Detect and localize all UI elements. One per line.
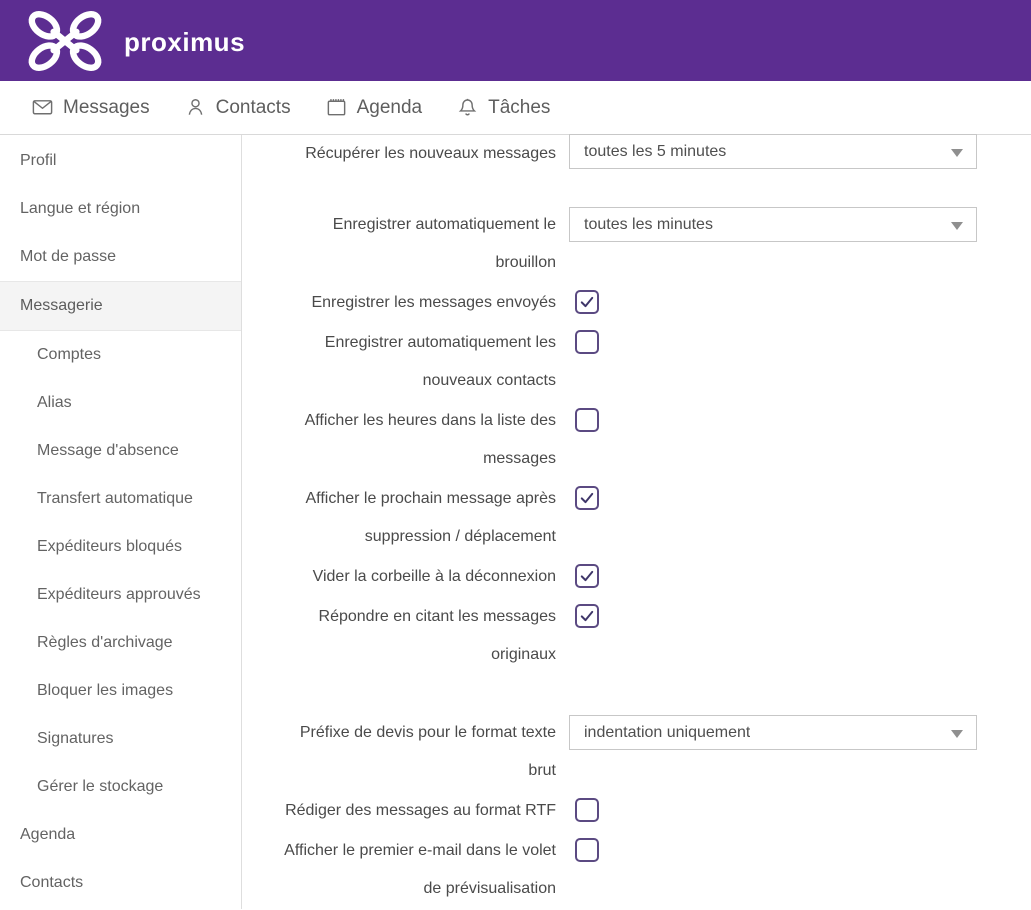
field-label-afficher-heures-liste: Afficher les heures dans la liste des mes…: [242, 402, 556, 478]
setting-row-recuperer-nouveaux-messages: Récupérer les nouveaux messages toutes le…: [242, 134, 1031, 173]
brand-wordmark: proximus: [124, 27, 246, 57]
sidebar-item-bloquer-les-images[interactable]: Bloquer les images: [0, 667, 241, 715]
field-label-line: Enregistrer automatiquement les: [324, 334, 556, 351]
setting-row-rediger-format-rtf: Rédiger des messages au format RTF: [242, 792, 1031, 830]
field-label-line: Afficher les heures dans la liste des: [304, 412, 556, 429]
person-icon: [184, 96, 207, 119]
sidebar-item-signatures[interactable]: Signatures: [0, 715, 241, 763]
nav-tab-label: Messages: [63, 96, 150, 118]
field-label-line: Afficher le prochain message après: [305, 490, 556, 507]
field-label-rediger-format-rtf: Rédiger des messages au format RTF: [242, 792, 556, 830]
field-label-line: Vider la corbeille à la déconnexion: [312, 568, 556, 585]
field-label-recuperer-nouveaux-messages: Récupérer les nouveaux messages: [242, 135, 556, 173]
sidebar-item-profil[interactable]: Profil: [0, 137, 241, 185]
prefixe-devis-select[interactable]: indentation uniquement: [569, 715, 977, 750]
dropdown-arrow-icon: [951, 149, 963, 157]
field-label-line: Rédiger des messages au format RTF: [285, 802, 556, 819]
setting-row-enregistrer-messages-envoyes: Enregistrer les messages envoyés: [242, 284, 1031, 322]
messaging-settings-panel: Récupérer les nouveaux messages toutes le…: [242, 134, 1031, 909]
nav-tab-contacts[interactable]: Contacts: [184, 96, 291, 119]
field-label-line: brouillon: [495, 254, 556, 271]
proximus-logo-icon: [28, 10, 102, 71]
field-label-afficher-prochain-message: Afficher le prochain message après suppre…: [242, 480, 556, 556]
nav-tab-label: Agenda: [356, 96, 423, 118]
enregistrer-messages-envoyes-checkbox[interactable]: [575, 290, 599, 314]
field-label-line: Répondre en citant les messages: [318, 608, 556, 625]
setting-row-prefixe-devis: Préfixe de devis pour le format texte bru…: [242, 714, 1031, 790]
setting-row-vider-corbeille: Vider la corbeille à la déconnexion: [242, 558, 1031, 596]
enregistrer-nouveaux-contacts-checkbox[interactable]: [575, 330, 599, 354]
sidebar-item-contacts[interactable]: Contacts: [0, 859, 241, 907]
setting-row-repondre-en-citant: Répondre en citant les messages originaux: [242, 598, 1031, 674]
field-label-line: Afficher le premier e-mail dans le volet: [284, 842, 556, 859]
rediger-format-rtf-checkbox[interactable]: [575, 798, 599, 822]
select-value: indentation uniquement: [584, 723, 751, 741]
setting-row-afficher-premier-email: Afficher le premier e-mail dans le volet…: [242, 832, 1031, 908]
field-label-afficher-premier-email: Afficher le premier e-mail dans le volet…: [242, 832, 556, 908]
sidebar-item-regles-d-archivage[interactable]: Règles d'archivage: [0, 619, 241, 667]
nav-tab-agenda[interactable]: Agenda: [325, 96, 423, 119]
envelope-icon: [31, 96, 54, 119]
afficher-prochain-message-checkbox[interactable]: [575, 486, 599, 510]
sidebar-item-expediteurs-bloques[interactable]: Expéditeurs bloqués: [0, 523, 241, 571]
bell-icon: [456, 96, 479, 119]
checkmark-icon: [580, 610, 594, 622]
checkmark-icon: [580, 296, 594, 308]
select-value: toutes les 5 minutes: [584, 142, 727, 160]
nav-tab-messages[interactable]: Messages: [31, 96, 150, 119]
setting-row-afficher-prochain-message: Afficher le prochain message après suppre…: [242, 480, 1031, 556]
sidebar-item-comptes[interactable]: Comptes: [0, 331, 241, 379]
setting-row-enregistrer-nouveaux-contacts: Enregistrer automatiquement les nouveaux …: [242, 324, 1031, 400]
sidebar-item-agenda[interactable]: Agenda: [0, 811, 241, 859]
field-label-line: de prévisualisation: [423, 880, 556, 897]
sidebar-item-mot-de-passe[interactable]: Mot de passe: [0, 233, 241, 281]
vider-corbeille-checkbox[interactable]: [575, 564, 599, 588]
afficher-premier-email-checkbox[interactable]: [575, 838, 599, 862]
sidebar-item-message-d-absence[interactable]: Message d'absence: [0, 427, 241, 475]
setting-row-enregistrer-brouillon: Enregistrer automatiquement le brouillon t…: [242, 206, 1031, 282]
field-label-enregistrer-brouillon: Enregistrer automatiquement le brouillon: [242, 206, 556, 282]
sidebar-item-expediteurs-approuves[interactable]: Expéditeurs approuvés: [0, 571, 241, 619]
afficher-heures-liste-checkbox[interactable]: [575, 408, 599, 432]
sidebar-item-gerer-le-stockage[interactable]: Gérer le stockage: [0, 763, 241, 811]
sidebar-item-alias[interactable]: Alias: [0, 379, 241, 427]
brand-header: proximus: [0, 0, 1031, 81]
field-label-line: Préfixe de devis pour le format texte: [299, 724, 556, 741]
settings-sidebar: Profil Langue et région Mot de passe Messag…: [0, 135, 242, 909]
main-layout: Profil Langue et région Mot de passe Messag…: [0, 134, 1031, 909]
field-label-prefixe-devis: Préfixe de devis pour le format texte bru…: [242, 714, 556, 790]
field-label-line: nouveaux contacts: [422, 372, 556, 389]
field-label-enregistrer-messages-envoyes: Enregistrer les messages envoyés: [242, 284, 556, 322]
field-label-enregistrer-nouveaux-contacts: Enregistrer automatiquement les nouveaux …: [242, 324, 556, 400]
setting-row-afficher-heures-liste: Afficher les heures dans la liste des mes…: [242, 402, 1031, 478]
field-label-line: messages: [483, 450, 556, 467]
nav-tab-label: Contacts: [215, 96, 291, 118]
field-label-line: originaux: [491, 646, 556, 663]
sidebar-item-transfert-automatique[interactable]: Transfert automatique: [0, 475, 241, 523]
nav-tab-taches[interactable]: Tâches: [456, 96, 550, 119]
sidebar-item-messagerie[interactable]: Messagerie: [0, 281, 241, 331]
checkmark-icon: [580, 492, 594, 504]
app-nav: Messages Contacts Agenda Tâches: [0, 81, 1031, 135]
sidebar-item-langue-et-region[interactable]: Langue et région: [0, 185, 241, 233]
field-label-vider-corbeille: Vider la corbeille à la déconnexion: [242, 558, 556, 596]
field-label-line: suppression / déplacement: [364, 528, 556, 545]
repondre-en-citant-checkbox[interactable]: [575, 604, 599, 628]
calendar-icon: [325, 96, 348, 119]
enregistrer-brouillon-select[interactable]: toutes les minutes: [569, 207, 977, 242]
recuperer-nouveaux-messages-select[interactable]: toutes les 5 minutes: [569, 134, 977, 169]
field-label-line: Enregistrer automatiquement le: [332, 216, 556, 233]
dropdown-arrow-icon: [951, 730, 963, 738]
checkmark-icon: [580, 570, 594, 582]
field-label-repondre-en-citant: Répondre en citant les messages originaux: [242, 598, 556, 674]
field-label-line: Récupérer les nouveaux messages: [305, 145, 556, 162]
field-label-line: brut: [528, 762, 556, 779]
select-value: toutes les minutes: [584, 215, 713, 233]
dropdown-arrow-icon: [951, 222, 963, 230]
nav-tab-label: Tâches: [488, 96, 551, 118]
field-label-line: Enregistrer les messages envoyés: [311, 294, 556, 311]
